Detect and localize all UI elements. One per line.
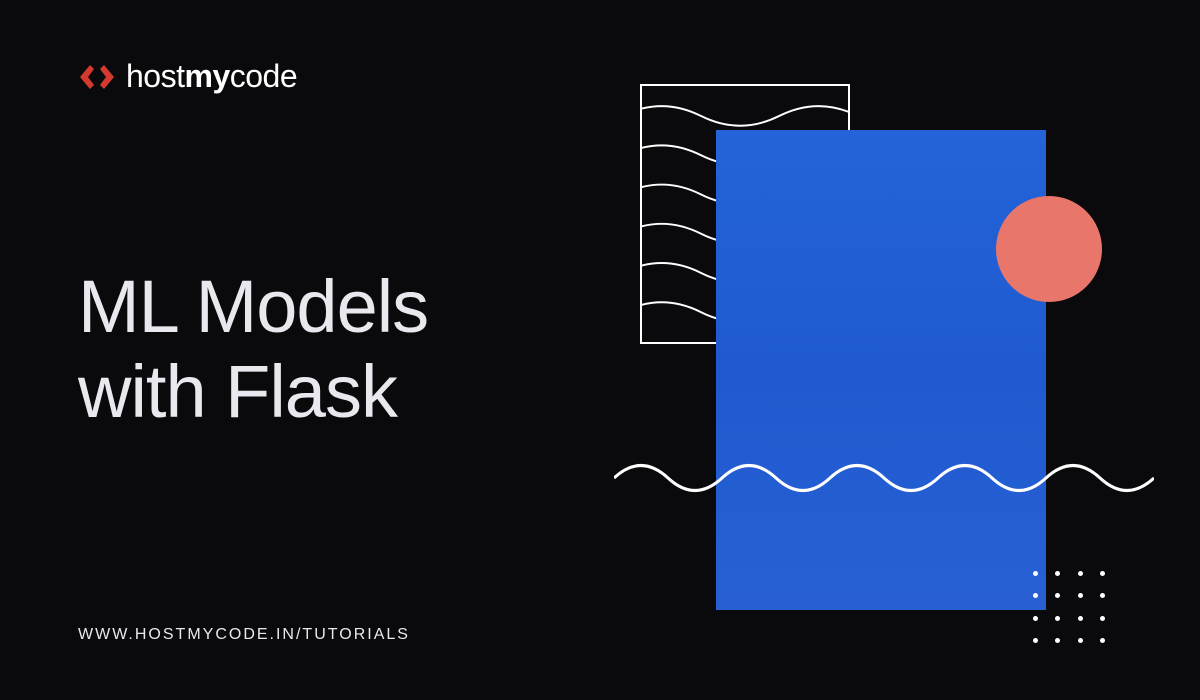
brand-part-1: host	[126, 58, 184, 94]
logo-chevrons-icon	[78, 61, 116, 93]
blue-rectangle	[716, 130, 1046, 610]
dot-grid-decoration	[1024, 562, 1114, 652]
brand-part-3: code	[230, 58, 297, 94]
coral-circle	[996, 196, 1102, 302]
title-line-2: with Flask	[78, 350, 397, 433]
sine-wave-icon	[614, 448, 1154, 508]
brand-part-2: my	[184, 58, 229, 94]
brand-logo: hostmycode	[78, 58, 297, 95]
brand-name: hostmycode	[126, 58, 297, 95]
footer-url: WWW.HOSTMYCODE.IN/TUTORIALS	[78, 626, 410, 644]
title-line-1: ML Models	[78, 265, 428, 348]
page-title: ML Models with Flask	[78, 264, 428, 434]
